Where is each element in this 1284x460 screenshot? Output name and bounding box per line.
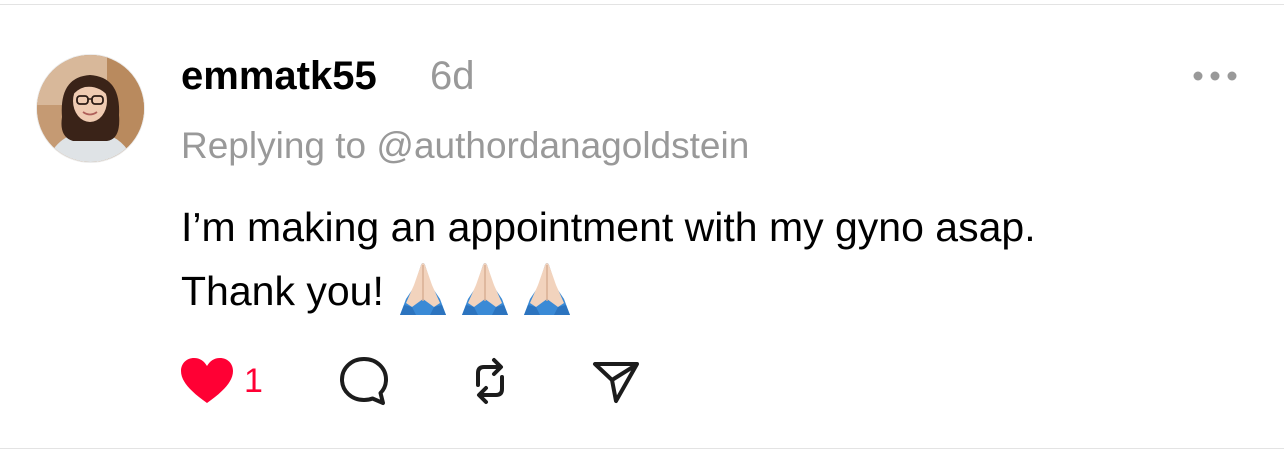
post-body-line-2: Thank you!: [181, 268, 384, 314]
folded-hands-emoji-icon: [461, 263, 508, 315]
more-horizontal-icon: [1193, 71, 1237, 81]
timestamp: 6d: [430, 54, 475, 98]
top-divider: [0, 4, 1284, 5]
send-icon: [593, 362, 639, 403]
emoji-group: [394, 259, 576, 315]
post-body-line-1: I’m making an appointment with my gyno a…: [181, 204, 1036, 250]
more-button[interactable]: [1190, 60, 1240, 92]
repost-icon: [476, 358, 504, 404]
heart-icon: [181, 358, 233, 403]
folded-hands-emoji-icon: [399, 263, 446, 315]
replying-to-handle[interactable]: @authordanagoldstein: [376, 125, 749, 166]
folded-hands-emoji-icon: [523, 263, 570, 315]
username[interactable]: emmatk55: [181, 52, 377, 100]
post-body-line-2-container: Thank you!: [181, 259, 1241, 323]
repost-button[interactable]: [464, 353, 516, 409]
speech-bubble-icon: [340, 357, 388, 405]
like-count: 1: [244, 362, 263, 400]
like-button[interactable]: 1: [180, 353, 263, 409]
avatar[interactable]: [37, 55, 144, 162]
replying-to-label: Replying to: [181, 125, 367, 166]
bottom-divider: [0, 448, 1284, 449]
avatar-photo: [37, 55, 144, 162]
post-body: I’m making an appointment with my gyno a…: [181, 196, 1241, 323]
share-button[interactable]: [590, 353, 642, 409]
reply-button[interactable]: [338, 353, 390, 409]
replying-to-line: Replying to @authordanagoldstein: [181, 122, 749, 170]
